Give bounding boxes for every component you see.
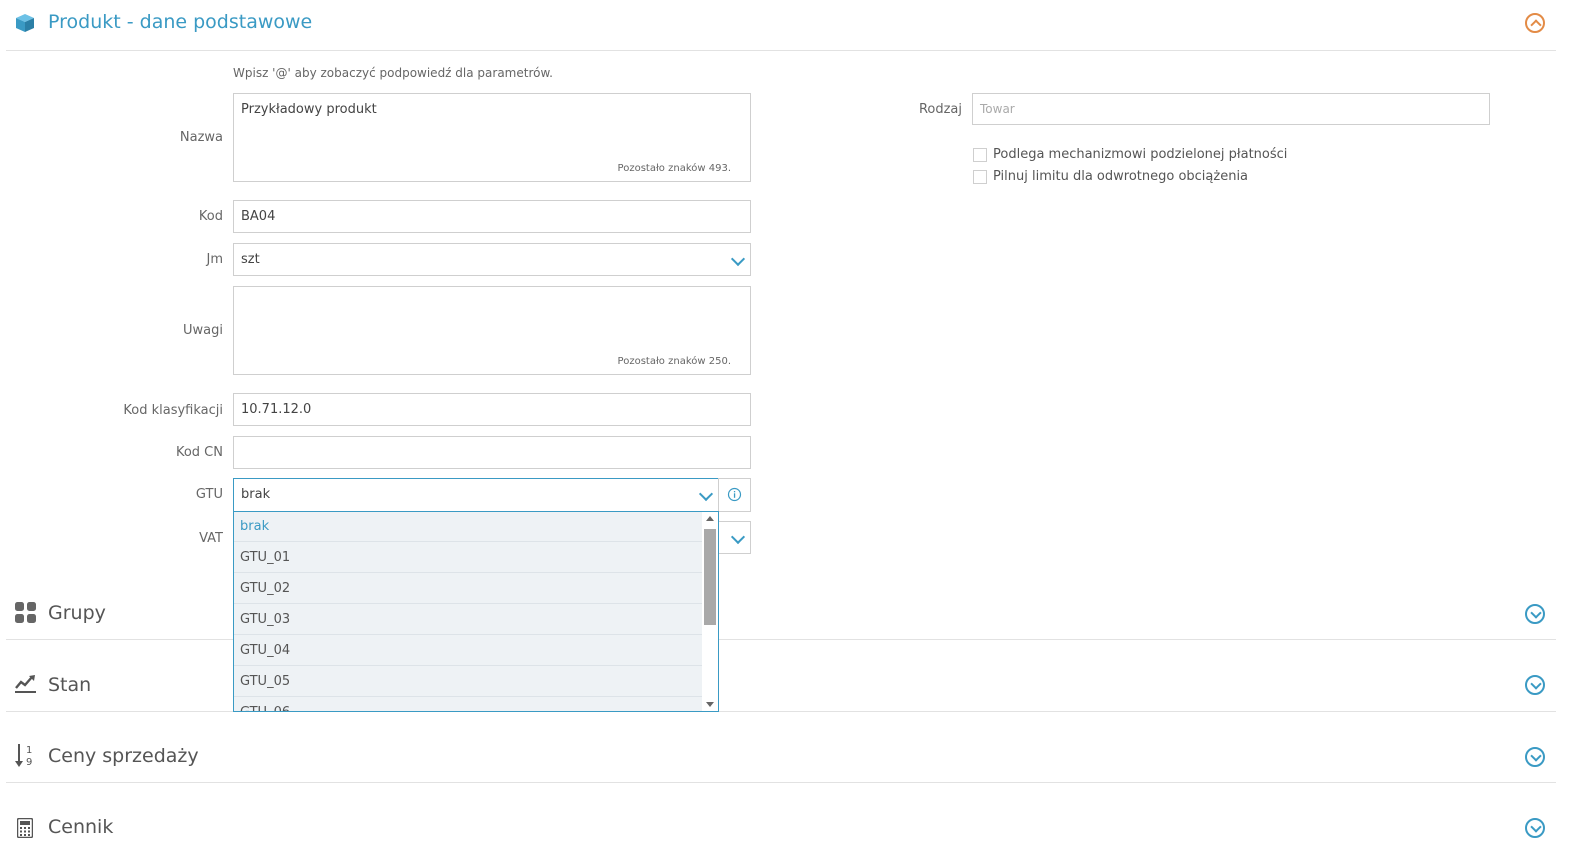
gtu-option[interactable]: GTU_03 bbox=[234, 605, 702, 635]
section-title: Cennik bbox=[48, 816, 114, 838]
uwagi-textarea[interactable]: Pozostało znaków 250. bbox=[233, 286, 751, 375]
rodzaj-placeholder: Towar bbox=[980, 102, 1015, 116]
chevron-down-icon bbox=[730, 529, 746, 545]
kod-cn-input[interactable] bbox=[233, 436, 751, 469]
expand-icon[interactable] bbox=[1525, 818, 1545, 838]
uwagi-counter: Pozostało znaków 250. bbox=[617, 356, 731, 367]
gtu-dropdown-list[interactable]: brak GTU_01 GTU_02 GTU_03 GTU_04 GTU_05 … bbox=[233, 511, 719, 712]
gtu-option[interactable]: GTU_06 bbox=[234, 698, 702, 711]
chevron-down-icon bbox=[730, 251, 746, 267]
gtu-option[interactable]: GTU_01 bbox=[234, 543, 702, 573]
split-payment-checkbox[interactable] bbox=[973, 148, 987, 162]
uwagi-label: Uwagi bbox=[183, 323, 223, 338]
kod-cn-label: Kod CN bbox=[175, 445, 223, 460]
kod-klasyfikacji-input[interactable]: 10.71.12.0 bbox=[233, 393, 751, 426]
split-payment-label: Podlega mechanizmowi podzielonej płatnoś… bbox=[993, 147, 1288, 162]
expand-icon[interactable] bbox=[1525, 747, 1545, 767]
gtu-info-button[interactable] bbox=[718, 478, 751, 512]
gtu-value: brak bbox=[241, 487, 271, 502]
kod-input[interactable]: BA04 bbox=[233, 200, 751, 233]
calculator-icon bbox=[17, 818, 33, 838]
rodzaj-label: Rodzaj bbox=[918, 102, 962, 117]
grid-icon bbox=[15, 602, 36, 623]
svg-text:1: 1 bbox=[26, 745, 32, 756]
collapse-icon[interactable] bbox=[1525, 13, 1545, 33]
rodzaj-input[interactable]: Towar bbox=[972, 93, 1490, 125]
gtu-option[interactable]: GTU_02 bbox=[234, 574, 702, 604]
kod-klasyfikacji-value: 10.71.12.0 bbox=[241, 402, 312, 417]
dropdown-scrollbar[interactable] bbox=[702, 512, 718, 711]
ceny-sprzedazy-section-header[interactable]: 1 9 Ceny sprzedaży bbox=[0, 733, 1577, 781]
scroll-up-icon[interactable] bbox=[706, 516, 714, 521]
svg-text:9: 9 bbox=[26, 757, 32, 768]
gtu-option[interactable]: GTU_04 bbox=[234, 636, 702, 666]
reverse-charge-label: Pilnuj limitu dla odwrotnego obciążenia bbox=[993, 169, 1249, 184]
kod-label: Kod bbox=[198, 209, 223, 224]
jm-value: szt bbox=[241, 252, 260, 267]
expand-icon[interactable] bbox=[1525, 675, 1545, 695]
reverse-charge-checkbox[interactable] bbox=[973, 170, 987, 184]
section-title: Grupy bbox=[48, 602, 106, 624]
nazwa-value: Przykładowy produkt bbox=[241, 102, 377, 117]
gtu-label: GTU bbox=[195, 487, 223, 502]
expand-icon[interactable] bbox=[1525, 604, 1545, 624]
nazwa-label: Nazwa bbox=[179, 130, 223, 145]
section-title: Produkt - dane podstawowe bbox=[48, 11, 313, 33]
section-title: Stan bbox=[48, 674, 92, 696]
nazwa-textarea[interactable]: Przykładowy produkt Pozostało znaków 493… bbox=[233, 93, 751, 182]
scroll-down-icon[interactable] bbox=[706, 702, 714, 707]
nazwa-counter: Pozostało znaków 493. bbox=[617, 163, 731, 174]
gtu-select[interactable]: brak bbox=[233, 478, 719, 512]
kod-klasyfikacji-label: Kod klasyfikacji bbox=[123, 403, 223, 418]
jm-select[interactable]: szt bbox=[233, 243, 751, 276]
box-icon bbox=[16, 14, 34, 32]
jm-label: Jm bbox=[206, 252, 224, 267]
trend-chart-icon bbox=[15, 675, 36, 693]
hint-text: Wpisz '@' aby zobaczyć podpowiedź dla pa… bbox=[233, 66, 553, 80]
info-icon bbox=[727, 487, 742, 502]
gtu-option[interactable]: GTU_05 bbox=[234, 667, 702, 697]
gtu-option[interactable]: brak bbox=[234, 512, 702, 542]
cennik-section-header[interactable]: Cennik bbox=[0, 805, 1577, 853]
kod-value: BA04 bbox=[241, 209, 276, 224]
product-section-header[interactable]: Produkt - dane podstawowe bbox=[0, 0, 1577, 50]
section-title: Ceny sprzedaży bbox=[48, 745, 199, 767]
vat-label: VAT bbox=[199, 531, 223, 546]
sort-numeric-icon: 1 9 bbox=[15, 744, 32, 768]
scrollbar-thumb[interactable] bbox=[704, 529, 716, 625]
chevron-down-icon bbox=[698, 486, 714, 502]
